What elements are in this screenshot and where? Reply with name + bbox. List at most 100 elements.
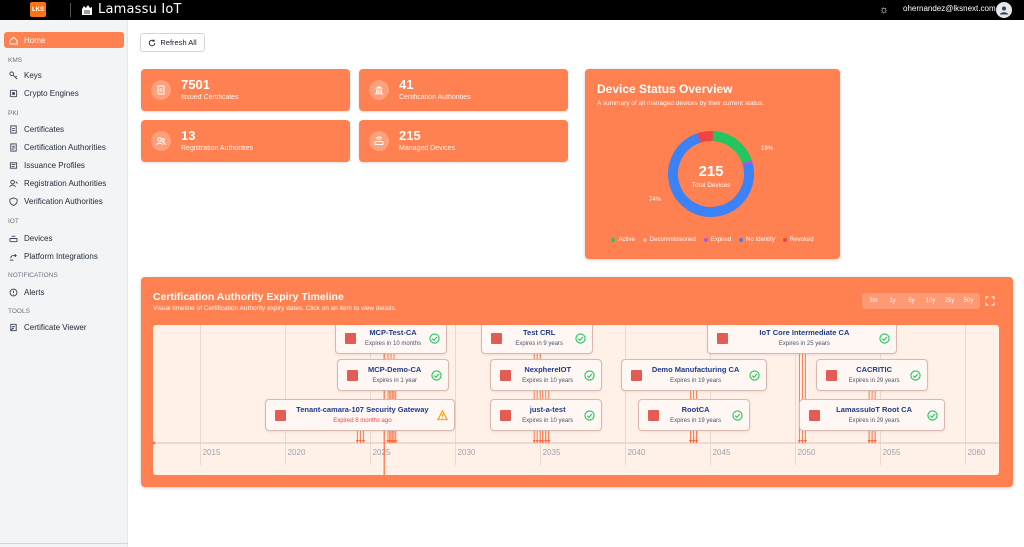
check-circle-icon [731,410,743,421]
sidebar-footer [0,543,128,547]
legend-dot [642,238,647,242]
ca-timeline-item[interactable]: MCP-Demo-CA Expires in 1 year [336,359,449,391]
stat-card-registration-authorities[interactable]: 13 Registration Authorities [141,120,350,162]
ra-icon [8,178,18,188]
sidebar-item-verification-authorities[interactable]: Verification Authorities [4,193,124,209]
zoom-50y-button[interactable]: 50y [959,293,978,309]
ca-item-expiry: Expires in 29 years [848,418,900,424]
sidebar-item-devices[interactable]: Devices [4,230,124,246]
ca-item-name: MCP-Test-CA [369,328,417,337]
sidebar-item-crypto-engines[interactable]: Crypto Engines [4,85,124,101]
lks-logo[interactable]: LKS [30,2,46,17]
ca-timeline-item[interactable]: LamassuIoT Root CA Expires in 29 years [799,399,946,431]
stat-label: Certification Authorities [399,94,471,101]
sidebar-item-label: Crypto Engines [24,88,79,98]
users-icon [151,131,171,151]
brand[interactable]: Lamassu IoT [80,2,182,17]
stat-card-managed-devices[interactable]: 215 Managed Devices [359,120,568,162]
ca-timeline-item[interactable]: RootCA Expires in 19 years [637,399,750,431]
ca-item-name: Demo Manufacturing CA [651,365,740,374]
lamassu-logo-icon [82,4,92,15]
year-tick-label: 2050 [798,448,816,457]
ca-timeline-item[interactable]: NexphereIOT Expires in 10 years [489,359,602,391]
ca-item-name: just-a-test [529,405,566,414]
check-circle-icon [910,370,921,381]
ca-timeline-item[interactable]: Demo Manufacturing CA Expires in 19 years [620,359,767,391]
zoom-1y-button[interactable]: 1y [883,293,902,309]
sidebar-item-issuance-profiles[interactable]: Issuance Profiles [4,157,124,173]
certificate-icon [151,80,171,100]
legend-no-identity[interactable]: No Identity [739,237,775,243]
zoom-10y-button[interactable]: 10y [921,293,940,309]
refresh-all-button[interactable]: Refresh All [140,33,205,52]
section-iot: IoT [8,218,19,225]
sidebar-item-keys[interactable]: Keys [4,67,124,83]
sidebar-item-label: Certificate Viewer [24,322,87,332]
user-avatar-icon[interactable] [996,2,1012,18]
timeline-area[interactable]: 2015 2020 2025 2030 2035 2040 2045 2050 2055 2060… [153,325,999,475]
check-circle-icon [584,410,595,421]
sidebar-item-label: Registration Authorities [24,178,107,188]
legend-expired[interactable]: Expired [703,237,731,243]
sidebar-item-label: Certification Authorities [24,142,106,152]
ca-icon [8,142,18,152]
ca-item-name: MCP-Demo-CA [368,365,422,374]
check-circle-icon [584,370,595,381]
theme-toggle-sun-icon[interactable]: ☼ [878,4,890,16]
ca-item-expiry: Expires in 1 year [372,378,418,384]
section-tools: TOOLS [8,308,30,315]
sidebar-item-certificates[interactable]: Certificates [4,121,124,137]
ca-certificate-icon [647,410,659,421]
refresh-label: Refresh All [160,38,197,47]
year-tick-label: 2020 [288,448,306,457]
legend-decommissioned[interactable]: Decommissioned [642,237,696,243]
ca-timeline-item[interactable]: CACRITIC Expires in 29 years [816,359,929,391]
ca-timeline-item[interactable]: Test CRL Expires in 9 years [481,325,594,354]
donut-slice-active[interactable] [712,131,752,164]
sidebar-item-alerts[interactable]: Alerts [4,284,124,300]
section-kms: KMS [8,57,23,64]
home-icon [8,35,18,45]
ca-timeline-item[interactable]: IoT Core Intermediate CA Expires in 25 ye… [707,325,898,354]
donut-slice-revoked[interactable] [697,131,714,143]
sidebar-item-label: Verification Authorities [24,196,103,206]
sidebar-item-certificate-viewer[interactable]: Certificate Viewer [4,319,124,335]
stat-card-issued-certificates[interactable]: 7501 Issued Certificates [141,69,350,111]
check-circle-icon [748,370,760,381]
fullscreen-icon[interactable] [985,296,995,306]
ca-item-expiry: Expires in 25 years [778,341,830,347]
stat-value: 7501 [181,77,210,92]
ca-item-expiry: Expires in 29 years [848,378,900,384]
sidebar-item-home[interactable]: Home [4,32,124,48]
sidebar-item-label: Keys [24,70,42,80]
zoom-3m-button[interactable]: 3m [864,293,883,309]
user-email[interactable]: ohernandez@lksnext.com [903,4,996,13]
legend-label: Decommissioned [649,237,696,243]
ca-certificate-icon [717,333,729,344]
legend-active[interactable]: Active [611,237,635,243]
sidebar-item-certification-authorities[interactable]: Certification Authorities [4,139,124,155]
sidebar-item-registration-authorities[interactable]: Registration Authorities [4,175,124,191]
legend-dot [703,238,708,242]
ca-timeline-item[interactable]: Tenant-camara-107 Security Gateway Expire… [265,399,456,431]
ca-timeline-item[interactable]: just-a-test Expires in 10 years [489,399,602,431]
engine-icon [8,88,18,98]
refresh-icon [149,39,156,46]
ca-item-expiry: Expires in 10 years [522,418,574,424]
zoom-5y-button[interactable]: 5y [902,293,921,309]
ca-certificate-icon [499,410,511,421]
ca-item-expiry: Expires in 10 months [364,341,422,347]
zoom-25y-button[interactable]: 25y [940,293,959,309]
section-notifications: NOTIFICATIONS [8,272,58,279]
sidebar-item-platform-integrations[interactable]: Platform Integrations [4,248,124,264]
ca-item-expiry: Expired 8 months ago [333,418,392,424]
top-bar: LKS Lamassu IoT ☼ ohernandez@lksnext.com [0,0,1024,20]
ca-certificate-icon [345,333,356,344]
sidebar: Home KMS Keys Crypto Engines PKI Certifi… [0,20,128,547]
sidebar-item-label: Issuance Profiles [24,160,85,170]
stat-card-certification-authorities[interactable]: 41 Certification Authorities [359,69,568,111]
device-status-card: Device Status Overview A summary of all … [585,69,840,259]
legend-dot [611,238,616,242]
ca-timeline-item[interactable]: MCP-Test-CA Expires in 10 months [335,325,447,354]
legend-revoked[interactable]: Revoked [782,237,814,243]
